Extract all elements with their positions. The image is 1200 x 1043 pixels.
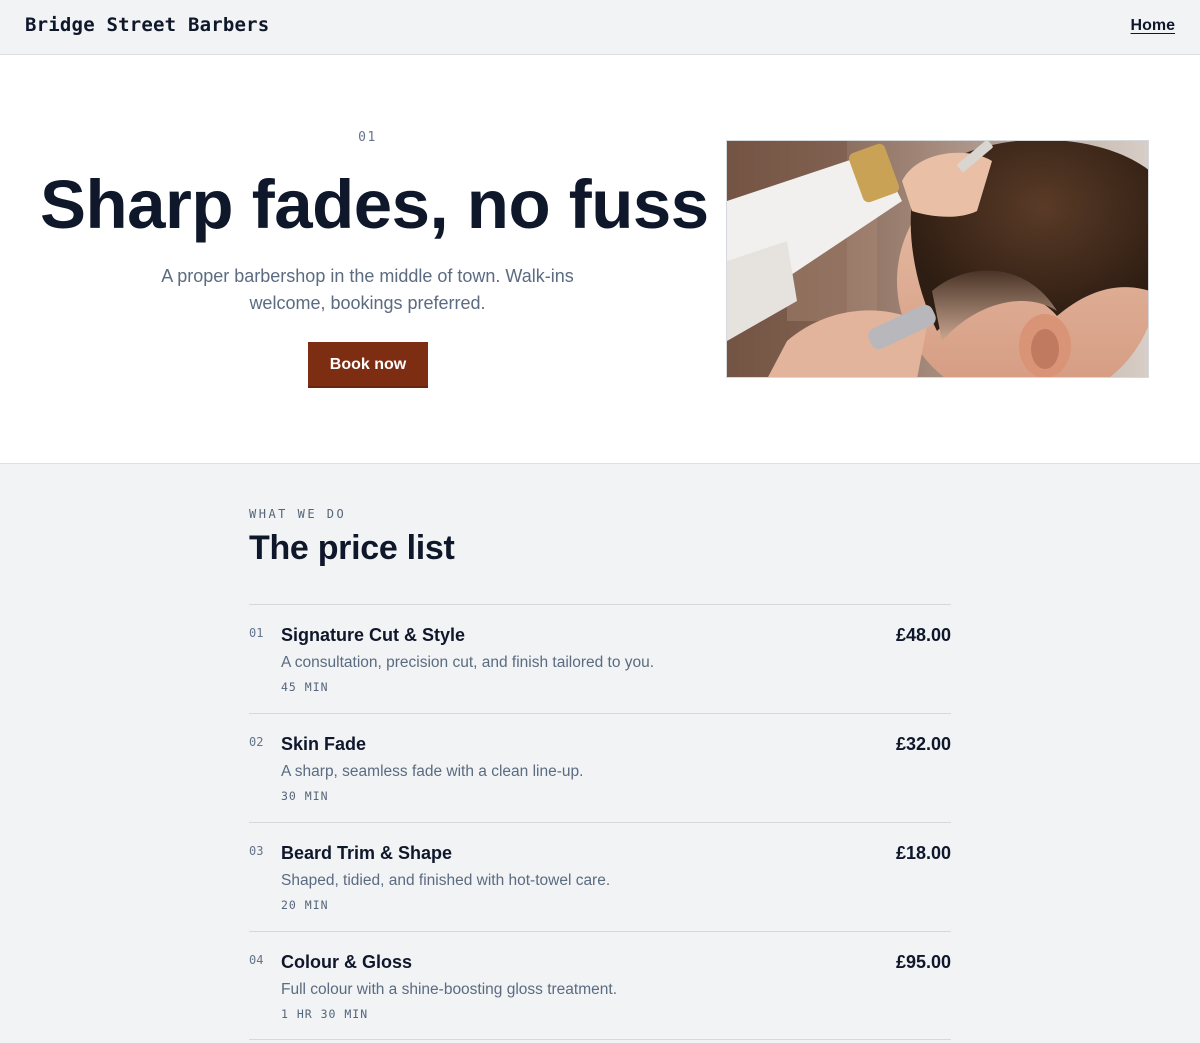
price-item: 03 Beard Trim & Shape Shaped, tidied, an… — [249, 822, 951, 931]
hero-section-number: 01 — [358, 130, 377, 145]
site-header: Bridge Street Barbers Home — [0, 0, 1200, 55]
brand-logo-text[interactable]: Bridge Street Barbers — [25, 14, 269, 36]
price-item-number: 03 — [249, 844, 264, 858]
price-item-duration: 30 MIN — [281, 789, 329, 803]
hero-section: 01 Sharp fades, no fuss A proper barbers… — [0, 55, 1200, 464]
hero-subtitle: A proper barbershop in the middle of tow… — [161, 266, 574, 313]
price-item-number: 01 — [249, 626, 264, 640]
price-item-name: Signature Cut & Style — [281, 625, 466, 645]
price-item-description: A consultation, precision cut, and finis… — [281, 654, 655, 671]
price-item-duration: 20 MIN — [281, 898, 329, 912]
price-item-name: Colour & Gloss — [281, 952, 413, 972]
price-item-price: £48.00 — [895, 625, 951, 645]
price-item-price: £32.00 — [895, 734, 951, 754]
price-item-description: A sharp, seamless fade with a clean line… — [281, 763, 584, 780]
price-list: 01 Signature Cut & Style A consultation,… — [249, 604, 951, 1040]
price-list-section: WHAT WE DO The price list 01 Signature C… — [0, 465, 1200, 1043]
price-item: 02 Skin Fade A sharp, seamless fade with… — [249, 713, 951, 822]
price-item-number: 04 — [249, 953, 264, 967]
price-item-name: Beard Trim & Shape — [281, 843, 453, 863]
price-item-price: £95.00 — [895, 952, 951, 972]
nav-home-link[interactable]: Home — [1131, 17, 1175, 35]
price-item-duration: 45 MIN — [281, 680, 329, 694]
price-item: 04 Colour & Gloss Full colour with a shi… — [249, 931, 951, 1040]
price-item-price: £18.00 — [895, 843, 951, 863]
barber-cutting-hair-photo-icon — [727, 141, 1148, 377]
price-item-number: 02 — [249, 735, 264, 749]
section-title: The price list — [249, 529, 455, 567]
price-item-description: Full colour with a shine-boosting gloss … — [281, 981, 617, 998]
price-item-description: Shaped, tidied, and finished with hot-to… — [281, 872, 611, 889]
hero-text-block: 01 Sharp fades, no fuss A proper barbers… — [40, 55, 709, 464]
price-item-name: Skin Fade — [281, 734, 367, 754]
price-item-duration: 1 HR 30 MIN — [281, 1007, 369, 1021]
hero-title: Sharp fades, no fuss — [40, 166, 709, 243]
section-eyebrow: WHAT WE DO — [249, 507, 347, 521]
price-item: 01 Signature Cut & Style A consultation,… — [249, 604, 951, 713]
book-now-button[interactable]: Book now — [308, 342, 428, 388]
barber-photo — [726, 140, 1149, 378]
